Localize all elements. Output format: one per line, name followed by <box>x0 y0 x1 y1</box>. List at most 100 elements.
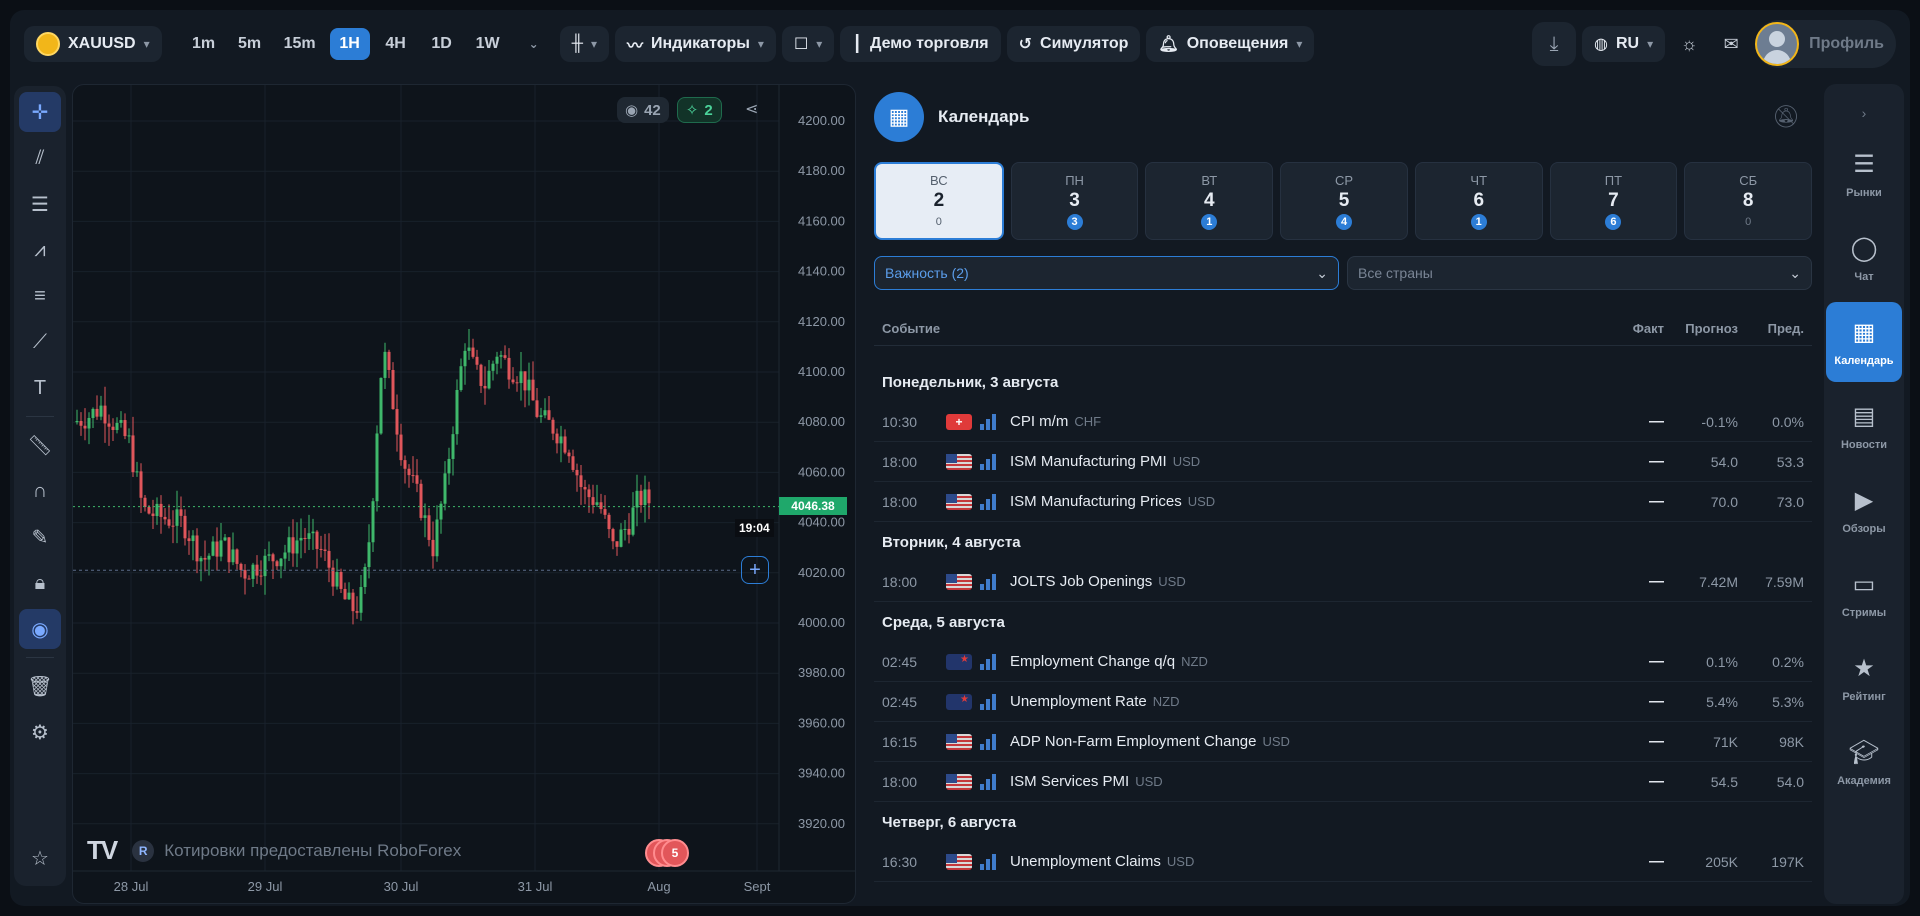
day-name: ПТ <box>1604 172 1623 188</box>
event-row[interactable]: 18:00 ISM Manufacturing PMI USD — 54.0 53.3 <box>874 442 1812 482</box>
day-card[interactable]: ЧТ 6 1 <box>1414 162 1543 240</box>
text-icon[interactable]: T <box>19 368 61 408</box>
y-tick-label: 4120.00 <box>798 314 845 329</box>
pattern-icon[interactable]: ⩘ <box>19 230 61 270</box>
event-currency: USD <box>1166 854 1195 869</box>
candle-down <box>343 588 347 600</box>
event-row[interactable]: 16:30 Unemployment Claims USD — 205K 197K <box>874 842 1812 882</box>
crosshair-icon[interactable]: ✛ <box>19 92 61 132</box>
views-count: 42 <box>644 101 661 119</box>
bell-off-icon[interactable]: 🔕︎ <box>1772 104 1800 130</box>
layout-selector[interactable]: ☐ ▾ <box>781 26 835 62</box>
ruler-icon[interactable]: 📏︎ <box>19 425 61 465</box>
sidebar-item-list[interactable]: ☰ Рынки <box>1826 134 1902 214</box>
polyline-icon[interactable]: ⟋ <box>19 322 61 362</box>
day-card[interactable]: ВТ 4 1 <box>1145 162 1274 240</box>
candle-down <box>535 400 539 417</box>
candle-up <box>463 350 467 367</box>
share-icon[interactable]: ⋖ <box>745 99 758 119</box>
star-icon[interactable]: ☆ <box>19 838 61 878</box>
trend-line-icon[interactable]: ⫽ <box>19 138 61 178</box>
flag-nz-icon <box>946 653 972 670</box>
language-selector[interactable]: ◍ RU ▾ <box>1582 26 1666 62</box>
event-row[interactable]: 18:00 JOLTS Job Openings USD — 7.42M 7.59M <box>874 562 1812 602</box>
profile-button[interactable]: Профиль <box>1755 20 1896 68</box>
simulator-button[interactable]: ↺ Симулятор <box>1006 26 1141 62</box>
day-card[interactable]: ВС 2 0 <box>874 162 1004 240</box>
events-marker-cluster[interactable]: 5 <box>643 833 693 873</box>
day-event-count: 0 <box>1745 215 1752 228</box>
add-order-button[interactable]: + <box>741 556 769 584</box>
inbox-button[interactable]: ✉ <box>1713 26 1749 62</box>
event-row[interactable]: 10:30 + CPI m/m CHF — -0.1% 0.0% <box>874 402 1812 442</box>
sidebar-item-academy[interactable]: 🎓︎ Академия <box>1826 722 1902 802</box>
magnet-icon[interactable]: ∩ <box>19 471 61 511</box>
candle-down <box>583 487 587 490</box>
symbol-selector[interactable]: XAUUSD ▾ <box>24 26 162 62</box>
indicators-button[interactable]: 〰 Индикаторы ▾ <box>615 26 776 62</box>
event-row[interactable]: 02:45 Unemployment Rate NZD — 5.4% 5.3% <box>874 682 1812 722</box>
sidebar-item-label: Обзоры <box>1842 522 1886 535</box>
event-prev: 0.2% <box>1772 653 1804 670</box>
sidebar-item-chat[interactable]: ◯ Чат <box>1826 218 1902 298</box>
demo-trading-button[interactable]: ┃ Демо торговля <box>840 26 1001 62</box>
day-event-count: 3 <box>1066 213 1083 230</box>
event-name-cell: ADP Non-Farm Employment Change USD <box>996 733 1604 750</box>
lock-icon[interactable]: 🔒︎ <box>19 563 61 603</box>
day-card[interactable]: СБ 8 0 <box>1684 162 1813 240</box>
fib-levels-icon[interactable]: ☰ <box>19 184 61 224</box>
event-row[interactable]: 18:00 ISM Services PMI USD — 54.5 54.0 <box>874 762 1812 802</box>
event-row[interactable]: 02:45 Employment Change q/q NZD — 0.1% 0.2% <box>874 642 1812 682</box>
views-badge[interactable]: ◉ 42 <box>617 97 669 123</box>
timeframe-1h[interactable]: 1H <box>329 28 370 60</box>
timeframe-4h[interactable]: 4H <box>376 28 416 60</box>
timeframe-5m[interactable]: 5m <box>230 28 270 60</box>
candle-up <box>223 537 227 541</box>
draw-mode-icon[interactable]: ✎ <box>19 517 61 557</box>
theme-toggle-button[interactable]: ☼ <box>1671 26 1707 62</box>
sidebar-item-calendar[interactable]: ▦ Календарь <box>1826 302 1902 382</box>
event-row[interactable]: 18:00 ISM Manufacturing Prices USD — 70.0 73.… <box>874 482 1812 522</box>
sidebar-item-star[interactable]: ★ Рейтинг <box>1826 638 1902 718</box>
day-name: ЧТ <box>1470 172 1488 188</box>
timeframe-1m[interactable]: 1m <box>184 28 224 60</box>
trash-icon[interactable]: 🗑︎ <box>19 666 61 706</box>
candle-up <box>219 540 223 557</box>
gear-icon[interactable]: ⚙ <box>19 712 61 752</box>
sidebar-item-news[interactable]: ▤ Новости <box>1826 386 1902 466</box>
ranges-icon[interactable]: ≡ <box>19 276 61 316</box>
price-chart[interactable]: 4200.00 4180.00 4160.00 4140.00 4120.00 4100.… <box>72 84 856 904</box>
sidebar-item-video[interactable]: ▭ Стримы <box>1826 554 1902 634</box>
x-tick-label: Sept <box>744 879 771 894</box>
download-button[interactable]: ⤓ <box>1532 22 1576 66</box>
importance-filter[interactable]: Важность (2) ⌄ <box>874 256 1339 290</box>
chart-type-selector[interactable]: ╫ ▾ <box>559 26 609 62</box>
day-card[interactable]: ПТ 7 6 <box>1549 162 1678 240</box>
timeframe-1w[interactable]: 1W <box>468 28 508 60</box>
day-card[interactable]: СР 5 4 <box>1280 162 1408 240</box>
candle-up <box>135 471 139 473</box>
candle-down <box>431 539 435 557</box>
timeframe-15m[interactable]: 15m <box>276 28 324 60</box>
ideas-badge[interactable]: ✧ 2 <box>676 97 722 123</box>
candle-up <box>451 434 455 459</box>
day-event-count: 6 <box>1605 213 1622 230</box>
candle-down <box>407 468 411 476</box>
chevron-right-icon[interactable]: › <box>1862 96 1867 130</box>
countries-filter[interactable]: Все страны ⌄ <box>1347 256 1812 290</box>
alerts-button[interactable]: 🔔︎ Оповещения ▾ <box>1146 26 1315 62</box>
timeframe-1d[interactable]: 1D <box>422 28 462 60</box>
y-tick-label: 3980.00 <box>798 665 845 680</box>
timeframe-more-chevron-icon[interactable]: ⌄ <box>514 28 554 60</box>
event-forecast: 7.42M <box>1699 573 1738 590</box>
sidebar-item-play[interactable]: ▶ Обзоры <box>1826 470 1902 550</box>
tradingview-logo: TV <box>87 835 118 865</box>
hide-drawings-icon[interactable]: ◉ <box>19 609 61 649</box>
candle-down <box>111 426 115 431</box>
candle-down <box>579 475 583 488</box>
day-event-count: 4 <box>1336 213 1353 230</box>
day-event-count: 0 <box>935 215 942 228</box>
event-forecast: 5.4% <box>1706 693 1738 710</box>
event-row[interactable]: 16:15 ADP Non-Farm Employment Change USD — 7… <box>874 722 1812 762</box>
day-card[interactable]: ПН 3 3 <box>1010 162 1139 240</box>
